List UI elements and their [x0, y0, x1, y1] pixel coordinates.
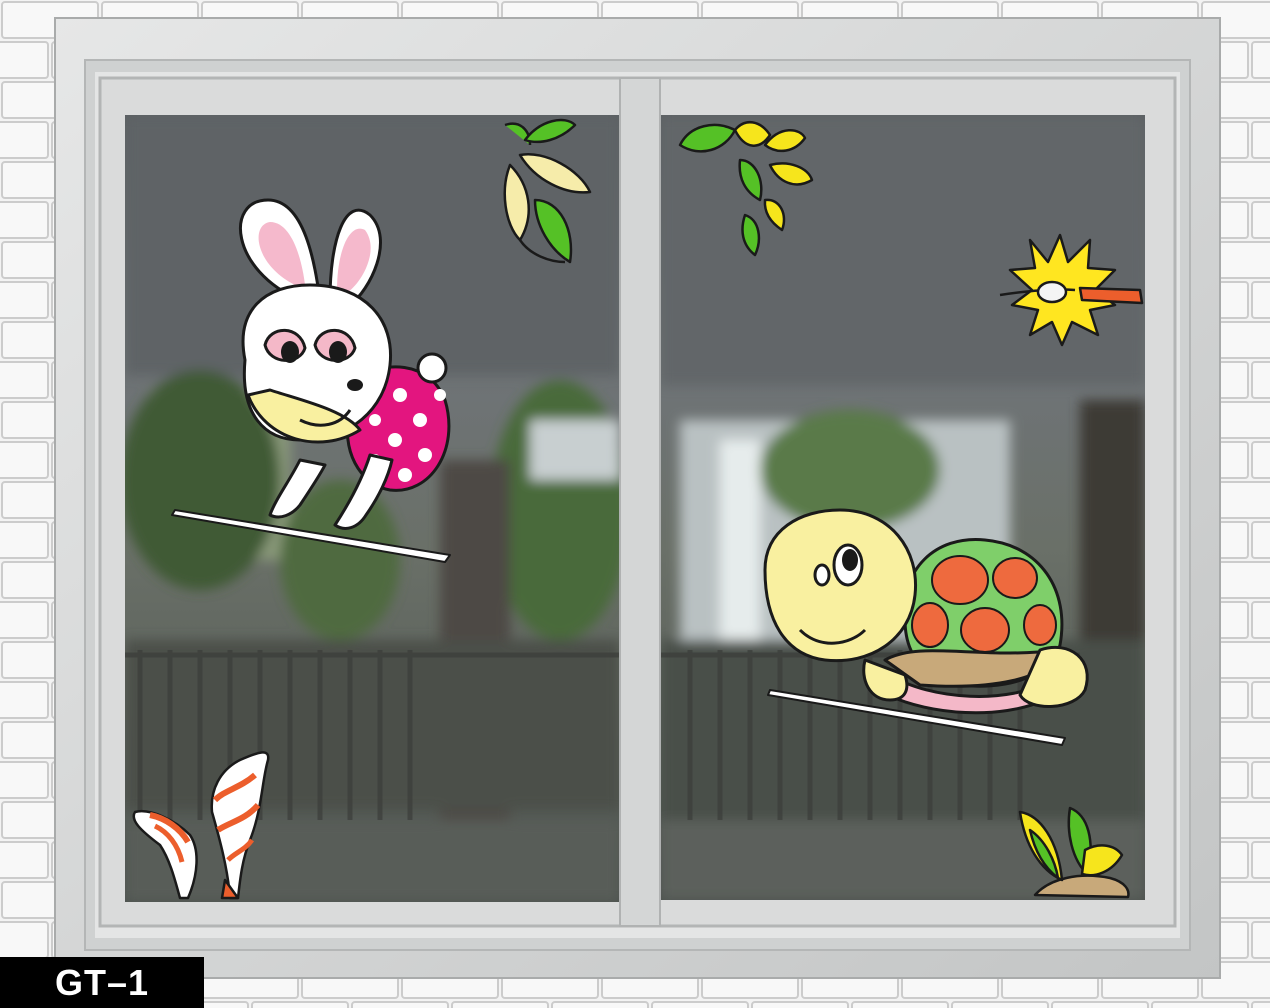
right-glass-pane — [660, 115, 1145, 900]
window-scene: GT–1 — [0, 0, 1270, 1008]
center-mullion — [619, 77, 661, 927]
product-code-label: GT–1 — [0, 957, 204, 1008]
window-illustration — [0, 0, 1270, 1008]
